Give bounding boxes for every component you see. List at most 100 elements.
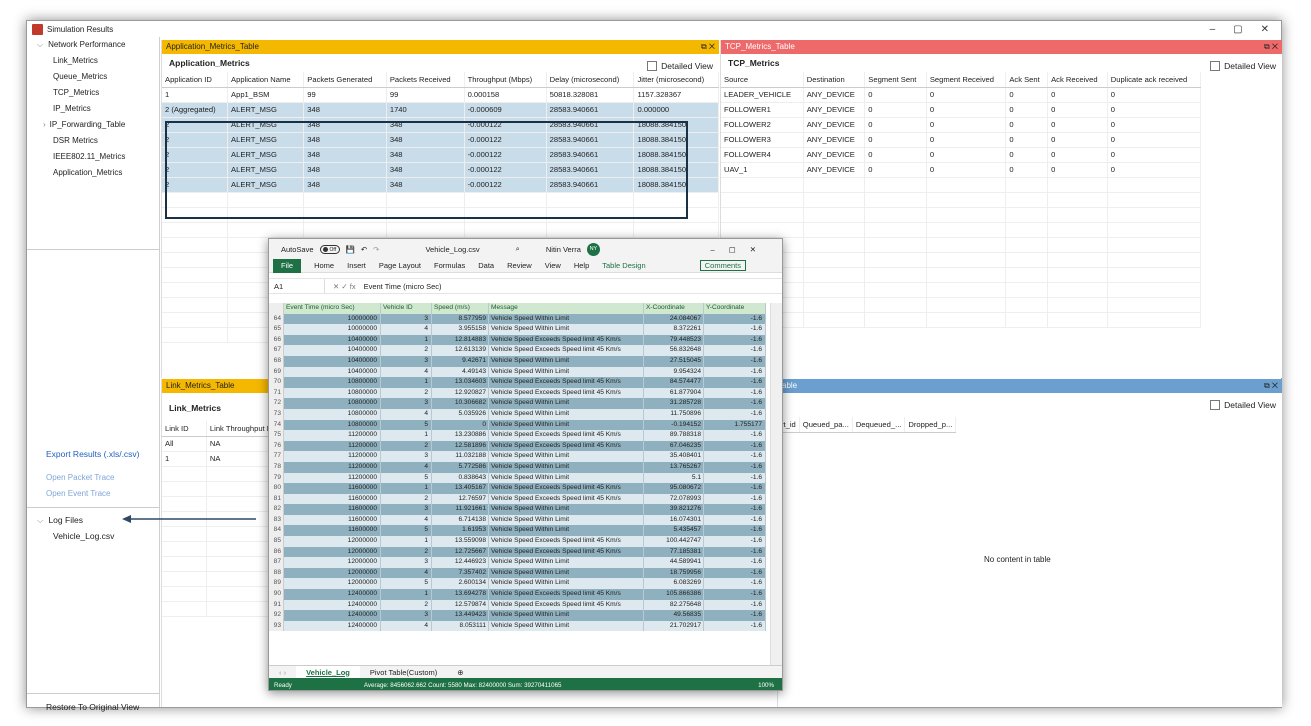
- spreadsheet-cell[interactable]: -1.6: [704, 620, 766, 632]
- spreadsheet-row[interactable]: 88 12000000 4 7.357402 Vehicle Speed Within …: [269, 567, 771, 579]
- column-header[interactable]: Dropped_p...: [904, 417, 957, 433]
- spreadsheet-cell[interactable]: -1.6: [704, 430, 766, 441]
- spreadsheet-cell[interactable]: 72.078993: [644, 493, 704, 505]
- spreadsheet-cell[interactable]: Vehicle Speed Within Limit: [489, 313, 644, 325]
- spreadsheet-cell[interactable]: 11200000: [284, 461, 381, 473]
- spreadsheet-cell[interactable]: 10800000: [284, 377, 381, 388]
- minimize-button[interactable]: –: [1210, 24, 1216, 35]
- spreadsheet-cell[interactable]: -1.6: [704, 355, 766, 367]
- spreadsheet-cell[interactable]: Vehicle Speed Within Limit: [489, 355, 644, 367]
- spreadsheet-cell[interactable]: 11600000: [284, 493, 381, 505]
- ribbon-tab-home[interactable]: Home: [314, 261, 334, 270]
- spreadsheet-cell[interactable]: Vehicle Speed Within Limit: [489, 620, 644, 632]
- spreadsheet-cell[interactable]: 0.838643: [432, 472, 489, 484]
- spreadsheet-row[interactable]: 78 11200000 4 5.772586 Vehicle Speed Within …: [269, 461, 771, 473]
- avatar[interactable]: NY: [586, 242, 600, 256]
- spreadsheet-cell[interactable]: 13.405167: [432, 483, 489, 494]
- table-row[interactable]: FOLLOWER2 ANY_DEVICE 0 0 0 0 0: [721, 117, 1202, 133]
- spreadsheet-cell[interactable]: 0: [432, 419, 489, 431]
- spreadsheet-cell[interactable]: -1.6: [704, 472, 766, 484]
- column-header[interactable]: Duplicate ack received: [1107, 72, 1202, 88]
- spreadsheet-row[interactable]: 85 12000000 1 13.559098 Vehicle Speed Exceed…: [269, 536, 771, 547]
- column-header[interactable]: Message: [489, 303, 644, 314]
- spreadsheet-row[interactable]: 89 12000000 5 2.600134 Vehicle Speed Within …: [269, 578, 771, 590]
- sidebar-item-dsr-metrics[interactable]: DSR Metrics: [27, 133, 159, 149]
- spreadsheet-cell[interactable]: 1.61953: [432, 525, 489, 537]
- undo-icon[interactable]: ↶: [361, 245, 367, 254]
- spreadsheet-cell[interactable]: 2: [381, 440, 432, 452]
- spreadsheet-cell[interactable]: Vehicle Speed Exceeds Speed limit 45 Km/…: [489, 440, 644, 452]
- spreadsheet-cell[interactable]: 61.877904: [644, 387, 704, 399]
- spreadsheet-cell[interactable]: 9.954324: [644, 366, 704, 378]
- spreadsheet-cell[interactable]: 2: [381, 345, 432, 356]
- detailed-view-checkbox[interactable]: Detailed View: [1210, 57, 1276, 75]
- spreadsheet-row[interactable]: 77 11200000 3 11.032188 Vehicle Speed Within…: [269, 451, 771, 462]
- spreadsheet-cell[interactable]: 12.613139: [432, 345, 489, 356]
- spreadsheet-cell[interactable]: 11600000: [284, 504, 381, 515]
- spreadsheet-cell[interactable]: -1.6: [704, 366, 766, 378]
- spreadsheet-cell[interactable]: 12000000: [284, 578, 381, 590]
- spreadsheet-row[interactable]: 84 11600000 5 1.61953 Vehicle Speed Within L…: [269, 525, 771, 537]
- spreadsheet-cell[interactable]: 3: [381, 557, 432, 568]
- spreadsheet-cell[interactable]: 12000000: [284, 546, 381, 558]
- spreadsheet-row[interactable]: 69 10400000 4 4.49143 Vehicle Speed Within L…: [269, 366, 771, 378]
- name-box[interactable]: A1: [269, 279, 325, 293]
- spreadsheet-cell[interactable]: 4: [381, 620, 432, 632]
- spreadsheet-cell[interactable]: Vehicle Speed Within Limit: [489, 557, 644, 568]
- spreadsheet-cell[interactable]: Vehicle Speed Exceeds Speed limit 45 Km/…: [489, 387, 644, 399]
- spreadsheet-cell[interactable]: 31.285728: [644, 398, 704, 409]
- spreadsheet-row[interactable]: 64 10000000 3 8.577959 Vehicle Speed Within …: [269, 313, 771, 325]
- spreadsheet-cell[interactable]: 3: [381, 313, 432, 325]
- spreadsheet-cell[interactable]: 11600000: [284, 514, 381, 526]
- spreadsheet-cell[interactable]: -1.6: [704, 557, 766, 568]
- spreadsheet-cell[interactable]: -1.6: [704, 610, 766, 621]
- spreadsheet-cell[interactable]: Vehicle Speed Exceeds Speed limit 45 Km/…: [489, 345, 644, 356]
- spreadsheet-cell[interactable]: Vehicle Speed Exceeds Speed limit 45 Km/…: [489, 599, 644, 611]
- spreadsheet-cell[interactable]: 79.448523: [644, 334, 704, 346]
- ribbon-tab-help[interactable]: Help: [574, 261, 589, 270]
- spreadsheet-cell[interactable]: 5: [381, 419, 432, 431]
- spreadsheet-cell[interactable]: 1: [381, 377, 432, 388]
- spreadsheet-cell[interactable]: 5.435457: [644, 525, 704, 537]
- table-row[interactable]: LEADER_VEHICLE ANY_DEVICE 0 0 0 0 0: [721, 87, 1202, 103]
- spreadsheet-cell[interactable]: 4: [381, 567, 432, 579]
- sidebar-item-tcp-metrics[interactable]: TCP_Metrics: [27, 85, 159, 101]
- spreadsheet-cell[interactable]: 6.083269: [644, 578, 704, 590]
- spreadsheet-row[interactable]: 91 12400000 2 12.579874 Vehicle Speed Exceed…: [269, 599, 771, 611]
- spreadsheet-cell[interactable]: -1.6: [704, 313, 766, 325]
- spreadsheet-cell[interactable]: 13.765267: [644, 461, 704, 473]
- close-button[interactable]: ✕: [1261, 24, 1269, 35]
- spreadsheet-row[interactable]: 80 11600000 1 13.405167 Vehicle Speed Exceed…: [269, 483, 771, 494]
- spreadsheet-cell[interactable]: 8.372261: [644, 324, 704, 335]
- spreadsheet-cell[interactable]: 10800000: [284, 398, 381, 409]
- spreadsheet-cell[interactable]: 11200000: [284, 472, 381, 484]
- spreadsheet-cell[interactable]: -1.6: [704, 398, 766, 409]
- column-header[interactable]: Ack Sent: [1005, 72, 1049, 88]
- sidebar-item-link-metrics[interactable]: Link_Metrics: [27, 53, 159, 69]
- open-packet-trace-link[interactable]: Open Packet Trace: [46, 473, 114, 482]
- column-header[interactable]: Dequeued_...: [852, 417, 906, 433]
- sidebar-item-application-metrics[interactable]: Application_Metrics: [27, 165, 159, 181]
- spreadsheet-cell[interactable]: 8.577959: [432, 313, 489, 325]
- ribbon-tab-page-layout[interactable]: Page Layout: [379, 261, 421, 270]
- spreadsheet-cell[interactable]: 2: [381, 493, 432, 505]
- spreadsheet-cell[interactable]: Vehicle Speed Exceeds Speed limit 45 Km/…: [489, 334, 644, 346]
- spreadsheet-cell[interactable]: 5.1: [644, 472, 704, 484]
- ribbon-tab-review[interactable]: Review: [507, 261, 532, 270]
- spreadsheet-cell[interactable]: 3: [381, 504, 432, 515]
- spreadsheet-cell[interactable]: Vehicle Speed Exceeds Speed limit 45 Km/…: [489, 589, 644, 600]
- table-row[interactable]: FOLLOWER3 ANY_DEVICE 0 0 0 0 0: [721, 132, 1202, 148]
- spreadsheet-cell[interactable]: -1.6: [704, 408, 766, 420]
- sheet-tab-vehicle-log[interactable]: Vehicle_Log: [296, 665, 360, 679]
- spreadsheet-cell[interactable]: 12000000: [284, 557, 381, 568]
- spreadsheet-cell[interactable]: 10.306682: [432, 398, 489, 409]
- spreadsheet-cell[interactable]: 7.357402: [432, 567, 489, 579]
- ribbon-tab-insert[interactable]: Insert: [347, 261, 366, 270]
- spreadsheet-cell[interactable]: 10400000: [284, 355, 381, 367]
- spreadsheet-row[interactable]: 76 11200000 2 12.581896 Vehicle Speed Exceed…: [269, 440, 771, 452]
- panel-window-controls[interactable]: ⧉ ✕: [701, 40, 715, 54]
- spreadsheet-cell[interactable]: 5: [381, 525, 432, 537]
- spreadsheet-cell[interactable]: 13.694278: [432, 589, 489, 600]
- spreadsheet-cell[interactable]: 10800000: [284, 408, 381, 420]
- spreadsheet-cell[interactable]: Vehicle Speed Within Limit: [489, 504, 644, 515]
